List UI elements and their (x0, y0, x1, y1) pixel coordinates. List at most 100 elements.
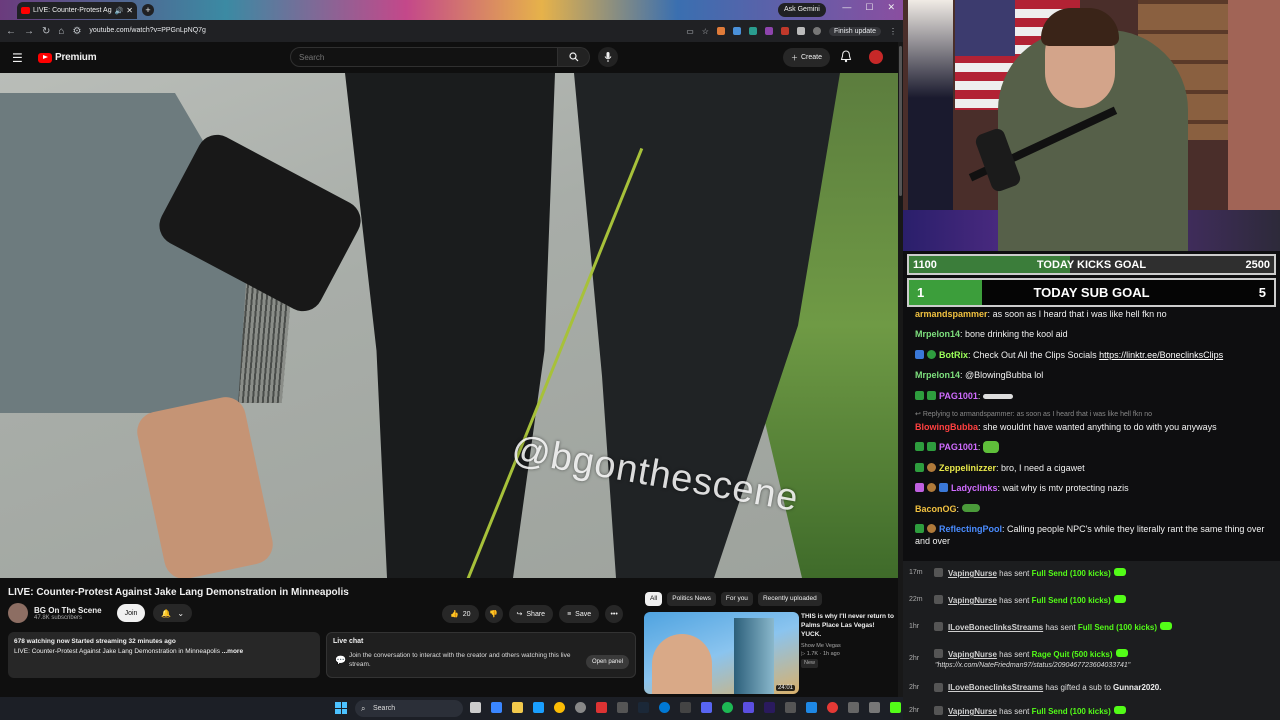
app-icon[interactable] (617, 702, 628, 713)
kick-icon[interactable] (890, 702, 901, 713)
chip-recently-uploaded[interactable]: Recently uploaded (757, 592, 822, 606)
event-user[interactable]: VapingNurse (948, 569, 997, 578)
search-input[interactable] (290, 47, 558, 67)
share-button[interactable]: ↪ Share (508, 605, 554, 623)
voice-search-button[interactable] (598, 47, 618, 67)
taskbar-search[interactable]: ⌕ Search (355, 700, 463, 717)
chip-politics-news[interactable]: Politics News (667, 592, 716, 606)
tab-youtube[interactable]: LIVE: Counter-Protest Agai 🔊 ✕ (17, 2, 137, 19)
extension-icon[interactable] (716, 27, 725, 35)
chip-for-you[interactable]: For you (720, 592, 753, 606)
new-tab-button[interactable]: + (142, 4, 154, 16)
install-app-icon[interactable]: ▭ (686, 27, 694, 36)
chat-username[interactable]: PAG1001 (939, 391, 978, 401)
minimize-button[interactable]: — (842, 2, 851, 13)
app-icon[interactable] (848, 702, 859, 713)
browser-menu-icon[interactable]: ⋮ (889, 27, 897, 36)
chat-username[interactable]: Mrpelon14 (915, 329, 960, 339)
edge-icon[interactable] (659, 702, 670, 713)
profile-avatar-icon[interactable] (812, 27, 821, 35)
windows-start-icon[interactable] (335, 702, 347, 714)
event-user[interactable]: ILoveBoneclinksStreams (948, 683, 1043, 692)
recommended-video-info[interactable]: THIS is why I'll never return to Palms P… (801, 612, 896, 668)
chat-username[interactable]: armandspammer (915, 309, 988, 319)
scrollbar-thumb[interactable] (899, 46, 902, 196)
recommended-video-title[interactable]: THIS is why I'll never return to Palms P… (801, 612, 896, 639)
recommended-video-channel[interactable]: Show Me Vegas (801, 642, 896, 650)
app-icon[interactable] (827, 702, 838, 713)
spotify-icon[interactable] (722, 702, 733, 713)
back-arrow-icon[interactable]: ← (6, 26, 16, 37)
app-icon[interactable] (680, 702, 691, 713)
steam-icon[interactable] (638, 702, 649, 713)
chat-username[interactable]: Ladyclinks (951, 483, 998, 493)
subscription-bell-button[interactable]: 🔔 ⌄ (153, 604, 193, 622)
channel-avatar[interactable] (8, 603, 28, 623)
event-user[interactable]: VapingNurse (948, 707, 997, 716)
notifications-bell-icon[interactable] (840, 50, 852, 63)
hamburger-menu-icon[interactable]: ☰ (12, 51, 30, 65)
like-button[interactable]: 👍 20 (442, 605, 479, 623)
chat-username[interactable]: Zeppelinizzer (939, 463, 996, 473)
chrome-icon[interactable] (554, 702, 565, 713)
bookmark-star-icon[interactable]: ☆ (702, 27, 709, 36)
tab-close-icon[interactable]: ✕ (126, 6, 133, 15)
ask-gemini-button[interactable]: Ask Gemini (778, 3, 826, 17)
reload-icon[interactable]: ↻ (42, 26, 50, 37)
event-amount: Rage Quit (500 kicks) (1031, 650, 1113, 659)
channel-name[interactable]: BG On The Scene (34, 606, 102, 615)
youtube-logo[interactable]: Premium (38, 52, 97, 63)
app-icon[interactable] (743, 702, 754, 713)
forward-arrow-icon[interactable]: → (24, 26, 34, 37)
app-icon[interactable] (869, 702, 880, 713)
description-more-link[interactable]: ...more (222, 648, 243, 655)
microphone-icon (604, 52, 612, 62)
home-icon[interactable]: ⌂ (58, 26, 64, 37)
extension-icon[interactable] (764, 27, 773, 35)
event-user[interactable]: ILoveBoneclinksStreams (948, 623, 1043, 632)
create-button[interactable]: ＋ Create (783, 48, 831, 67)
chip-all[interactable]: All (645, 592, 663, 606)
app-icon[interactable] (491, 702, 502, 713)
extension-icon[interactable] (732, 27, 741, 35)
description-box[interactable]: 678 watching now Started streaming 32 mi… (8, 632, 320, 678)
app-icon[interactable] (596, 702, 607, 713)
save-button[interactable]: ≡ Save (559, 605, 600, 623)
chat-username[interactable]: ReflectingPool (939, 524, 1002, 534)
chat-username[interactable]: Mrpelon14 (915, 370, 960, 380)
dislike-button[interactable]: 👎 (484, 605, 503, 623)
chat-username[interactable]: BotRix (939, 350, 968, 360)
app-icon[interactable] (806, 702, 817, 713)
site-info-icon[interactable]: ⚙ (72, 26, 81, 37)
speaker-icon[interactable]: 🔊 (115, 7, 124, 15)
maximize-button[interactable]: ☐ (865, 2, 873, 13)
recommended-video-thumbnail[interactable]: 24:01 (644, 612, 799, 694)
search-button[interactable] (558, 47, 590, 67)
open-panel-button[interactable]: Open panel (585, 655, 629, 669)
more-actions-button[interactable]: ••• (605, 605, 624, 623)
chat-link[interactable]: https://linktr.ee/BoneclinksClips (1099, 350, 1223, 360)
premiere-icon[interactable] (764, 702, 775, 713)
task-view-icon[interactable] (470, 702, 481, 713)
video-player[interactable]: @bgonthescene (0, 73, 898, 578)
user-avatar[interactable] (869, 50, 883, 64)
discord-icon[interactable] (701, 702, 712, 713)
chat-username[interactable]: BaconOG (915, 504, 957, 514)
extension-icon[interactable] (748, 27, 757, 35)
extensions-puzzle-icon[interactable] (796, 27, 805, 35)
event-user[interactable]: VapingNurse (948, 650, 997, 659)
app-icon[interactable] (533, 702, 544, 713)
event-gift-recipient: Gunnar2020. (1113, 683, 1162, 692)
chat-username[interactable]: PAG1001 (939, 442, 978, 452)
app-icon[interactable] (785, 702, 796, 713)
file-explorer-icon[interactable] (512, 702, 523, 713)
finish-update-button[interactable]: Finish update (828, 26, 881, 36)
extension-icon[interactable] (780, 27, 789, 35)
join-button[interactable]: Join (116, 604, 146, 622)
chat-text: bro, I need a cigawet (1001, 463, 1085, 473)
event-user[interactable]: VapingNurse (948, 596, 997, 605)
url-field[interactable]: youtube.com/watch?v=PPGnLpNQ7g (89, 23, 650, 39)
app-icon[interactable] (575, 702, 586, 713)
chat-username[interactable]: BlowingBubba (915, 422, 978, 432)
close-window-button[interactable]: ✕ (887, 2, 895, 13)
